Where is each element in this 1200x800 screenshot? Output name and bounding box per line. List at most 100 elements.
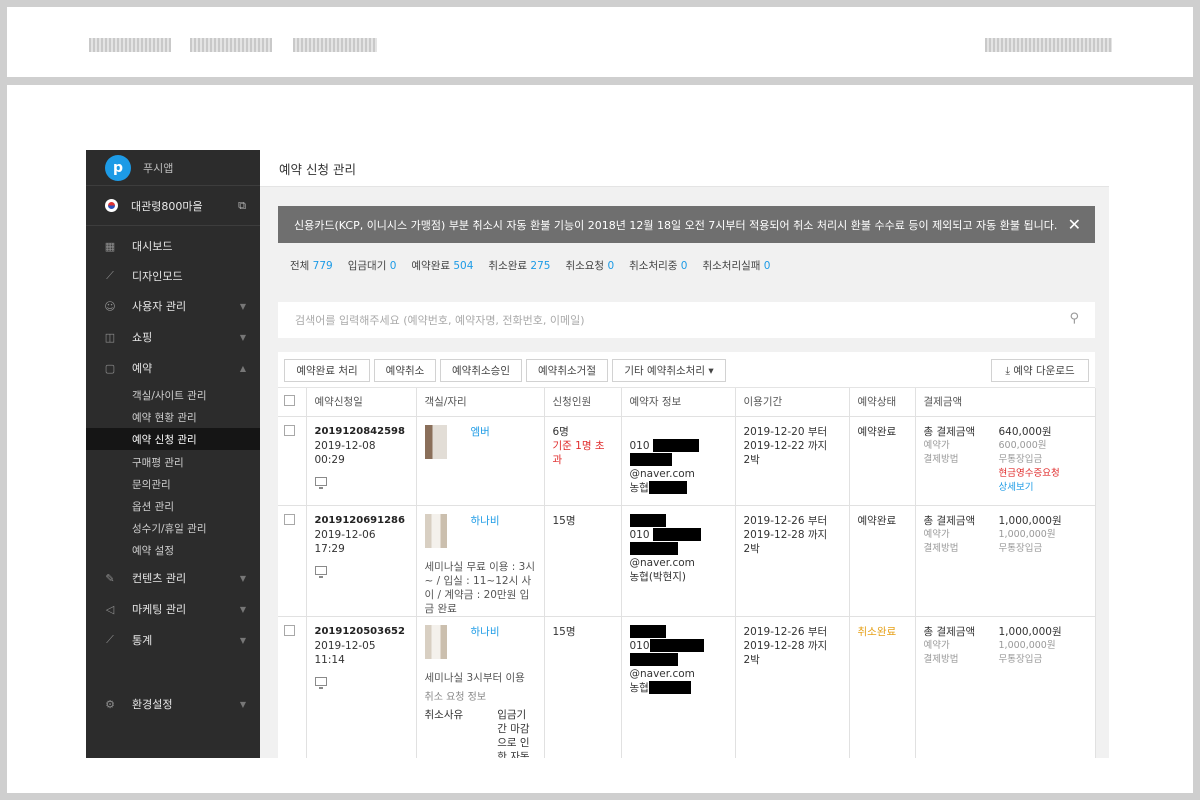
- other-cancel-dropdown[interactable]: 기타 예약취소처리 ▾: [612, 359, 726, 382]
- external-link-icon[interactable]: ⧉: [238, 199, 246, 213]
- brand-name: 푸시앱: [143, 161, 174, 175]
- sidebar-item-settings[interactable]: ⚙ 환경설정 ▼: [86, 692, 260, 716]
- row-checkbox[interactable]: [284, 424, 295, 436]
- nights: 2박: [743, 653, 760, 666]
- sidebar-item-label: 쇼핑: [132, 331, 153, 344]
- search-placeholder: 검색어를 입력해주세요 (예약번호, 예약자명, 전화번호, 이메일): [295, 314, 585, 327]
- reservation-date: 2019-12-06 17:29: [314, 528, 376, 555]
- table-row[interactable]: 2019120691286 2019-12-06 17:29 하나비 세미나실 …: [278, 505, 1096, 617]
- sidebar-sub-reviews[interactable]: 구매평 관리: [86, 451, 260, 473]
- search-input[interactable]: 검색어를 입력해주세요 (예약번호, 예약자명, 전화번호, 이메일) ⚲: [278, 302, 1095, 338]
- reservation-id[interactable]: 2019120842598: [315, 425, 408, 439]
- phone-prefix: 010: [629, 439, 650, 452]
- room-link[interactable]: 엠버: [471, 425, 536, 439]
- row-checkbox[interactable]: [284, 513, 295, 525]
- stat-all[interactable]: 전체 779: [290, 258, 333, 273]
- close-icon[interactable]: ✕: [1068, 215, 1081, 234]
- bank-name: 농협: [629, 481, 649, 494]
- sidebar-sub-requests[interactable]: 예약 신청 관리: [86, 428, 260, 450]
- brand[interactable]: p 푸시앱: [86, 150, 260, 186]
- end-date: 2019-12-28 까지: [743, 528, 828, 541]
- sidebar-item-label: 디자인모드: [132, 270, 183, 283]
- sidebar-item-design[interactable]: ⟋ 디자인모드: [86, 264, 260, 288]
- stat-cancel-request[interactable]: 취소요청 0: [565, 258, 614, 273]
- cancel-reason: 입금기간 마감으로 인한 자동취소: [497, 708, 530, 759]
- table-row[interactable]: 2019120503652 2019-12-05 11:14 하나비 세미나실 …: [278, 616, 1096, 759]
- reservation-id[interactable]: 2019120691286: [315, 514, 408, 528]
- blurred-nav-link[interactable]: [293, 38, 377, 52]
- table-row[interactable]: 2019120842598 2019-12-08 00:29 엠버 6명 기준 …: [278, 416, 1096, 506]
- sidebar-item-shopping[interactable]: ◫ 쇼핑 ▼: [86, 325, 260, 349]
- select-all-checkbox[interactable]: [284, 394, 295, 406]
- reservation-table: 예약신청일 객실/자리 신청인원 예약자 정보 이용기간 예약상태 결제금액 2…: [278, 388, 1096, 758]
- redacted-phone: [652, 439, 699, 452]
- price-label: 예약가: [923, 439, 950, 451]
- sidebar-item-marketing[interactable]: ◁ 마케팅 관리 ▼: [86, 597, 260, 621]
- complete-button[interactable]: 예약완료 처리: [284, 359, 370, 382]
- sidebar: p 푸시앱 대관령800마을 ⧉ ▦ 대시보드 ⟋ 디자인모드 ☺ 사용자 관리…: [86, 150, 260, 758]
- total-label: 총 결제금액: [923, 625, 976, 638]
- site-selector[interactable]: 대관령800마을 ⧉: [86, 186, 260, 226]
- end-date: 2019-12-22 까지: [743, 439, 828, 452]
- reservation-memo: 세미나실 3시부터 이용: [424, 671, 525, 684]
- cancel-button[interactable]: 예약취소: [374, 359, 436, 382]
- price-label: 예약가: [923, 639, 950, 651]
- cancel-approve-button[interactable]: 예약취소승인: [440, 359, 522, 382]
- nights: 2박: [743, 453, 760, 466]
- notice-banner: 신용카드(KCP, 이니시스 가맹점) 부분 취소시 자동 환불 기능이 201…: [278, 206, 1095, 243]
- sidebar-sub-season[interactable]: 성수기/휴일 관리: [86, 517, 260, 539]
- sidebar-sub-status[interactable]: 예약 현황 관리: [86, 406, 260, 428]
- receipt-request[interactable]: 현금영수증요청: [999, 467, 1060, 481]
- sidebar-item-users[interactable]: ☺ 사용자 관리 ▼: [86, 294, 260, 318]
- pc-device-icon: [314, 476, 327, 489]
- redacted-phone: [652, 528, 701, 541]
- blurred-account-link[interactable]: [985, 38, 1112, 52]
- sidebar-sub-inquiries[interactable]: 문의관리: [86, 473, 260, 495]
- stat-cancel-failed[interactable]: 취소처리실패 0: [702, 258, 770, 273]
- method-label: 결제방법: [923, 653, 959, 665]
- stat-cancelled[interactable]: 취소완료 275: [488, 258, 550, 273]
- redacted-email: [629, 653, 678, 666]
- room-link[interactable]: 하나비: [471, 514, 536, 528]
- toolbar: 예약완료 처리 예약취소 예약취소승인 예약취소거절 기타 예약취소처리 ▾ ⤓…: [278, 352, 1095, 388]
- sidebar-item-dashboard[interactable]: ▦ 대시보드: [86, 234, 260, 258]
- start-date: 2019-12-26 부터: [743, 625, 828, 638]
- over-capacity-note: 기준 1명 초과: [552, 439, 605, 466]
- cancel-info-heading: 취소 요청 정보: [424, 691, 487, 703]
- gear-icon: ⚙: [105, 697, 115, 711]
- sidebar-sub-settings[interactable]: 예약 설정: [86, 539, 260, 561]
- cancel-reject-button[interactable]: 예약취소거절: [526, 359, 608, 382]
- redacted-name: [629, 625, 666, 638]
- sidebar-sub-options[interactable]: 옵션 관리: [86, 495, 260, 517]
- stat-complete[interactable]: 예약완료 504: [411, 258, 473, 273]
- room-thumbnail: [424, 513, 447, 548]
- sidebar-item-label: 통계: [132, 634, 153, 647]
- price-amount: 600,000원: [998, 439, 1047, 451]
- detail-link[interactable]: 상세보기: [999, 481, 1034, 495]
- row-checkbox[interactable]: [284, 624, 295, 636]
- blurred-nav-link[interactable]: [89, 38, 171, 52]
- chevron-down-icon: ▼: [239, 699, 246, 709]
- status-filter-bar: 전체 779 입금대기 0 예약완료 504 취소완료 275 취소요청 0 취…: [290, 258, 785, 273]
- korea-flag-icon: [105, 199, 118, 212]
- redacted-phone: [649, 639, 704, 652]
- stat-cancel-processing[interactable]: 취소처리중 0: [629, 258, 687, 273]
- download-button[interactable]: ⤓ 예약 다운로드: [991, 359, 1089, 382]
- stat-waiting[interactable]: 입금대기 0: [348, 258, 397, 273]
- search-icon[interactable]: ⚲: [1069, 311, 1079, 326]
- total-label: 총 결제금액: [923, 425, 976, 438]
- people-count: 15명: [552, 514, 576, 527]
- pc-device-icon: [314, 676, 327, 689]
- chevron-down-icon: ▼: [239, 573, 246, 583]
- sidebar-item-contents[interactable]: ✎ 컨텐츠 관리 ▼: [86, 566, 260, 590]
- sidebar-item-label: 컨텐츠 관리: [132, 572, 187, 585]
- sidebar-item-stats[interactable]: ⟋ 통계 ▼: [86, 628, 260, 652]
- room-link[interactable]: 하나비: [471, 625, 536, 639]
- blurred-nav-link[interactable]: [190, 38, 272, 52]
- method-label: 결제방법: [923, 453, 959, 465]
- sidebar-item-reservation[interactable]: ▢ 예약 ▲: [86, 356, 260, 380]
- reservation-id[interactable]: 2019120503652: [315, 625, 408, 639]
- sidebar-item-label: 환경설정: [132, 698, 173, 711]
- sidebar-sub-rooms[interactable]: 객실/사이트 관리: [86, 384, 260, 406]
- redacted-email: [629, 453, 672, 466]
